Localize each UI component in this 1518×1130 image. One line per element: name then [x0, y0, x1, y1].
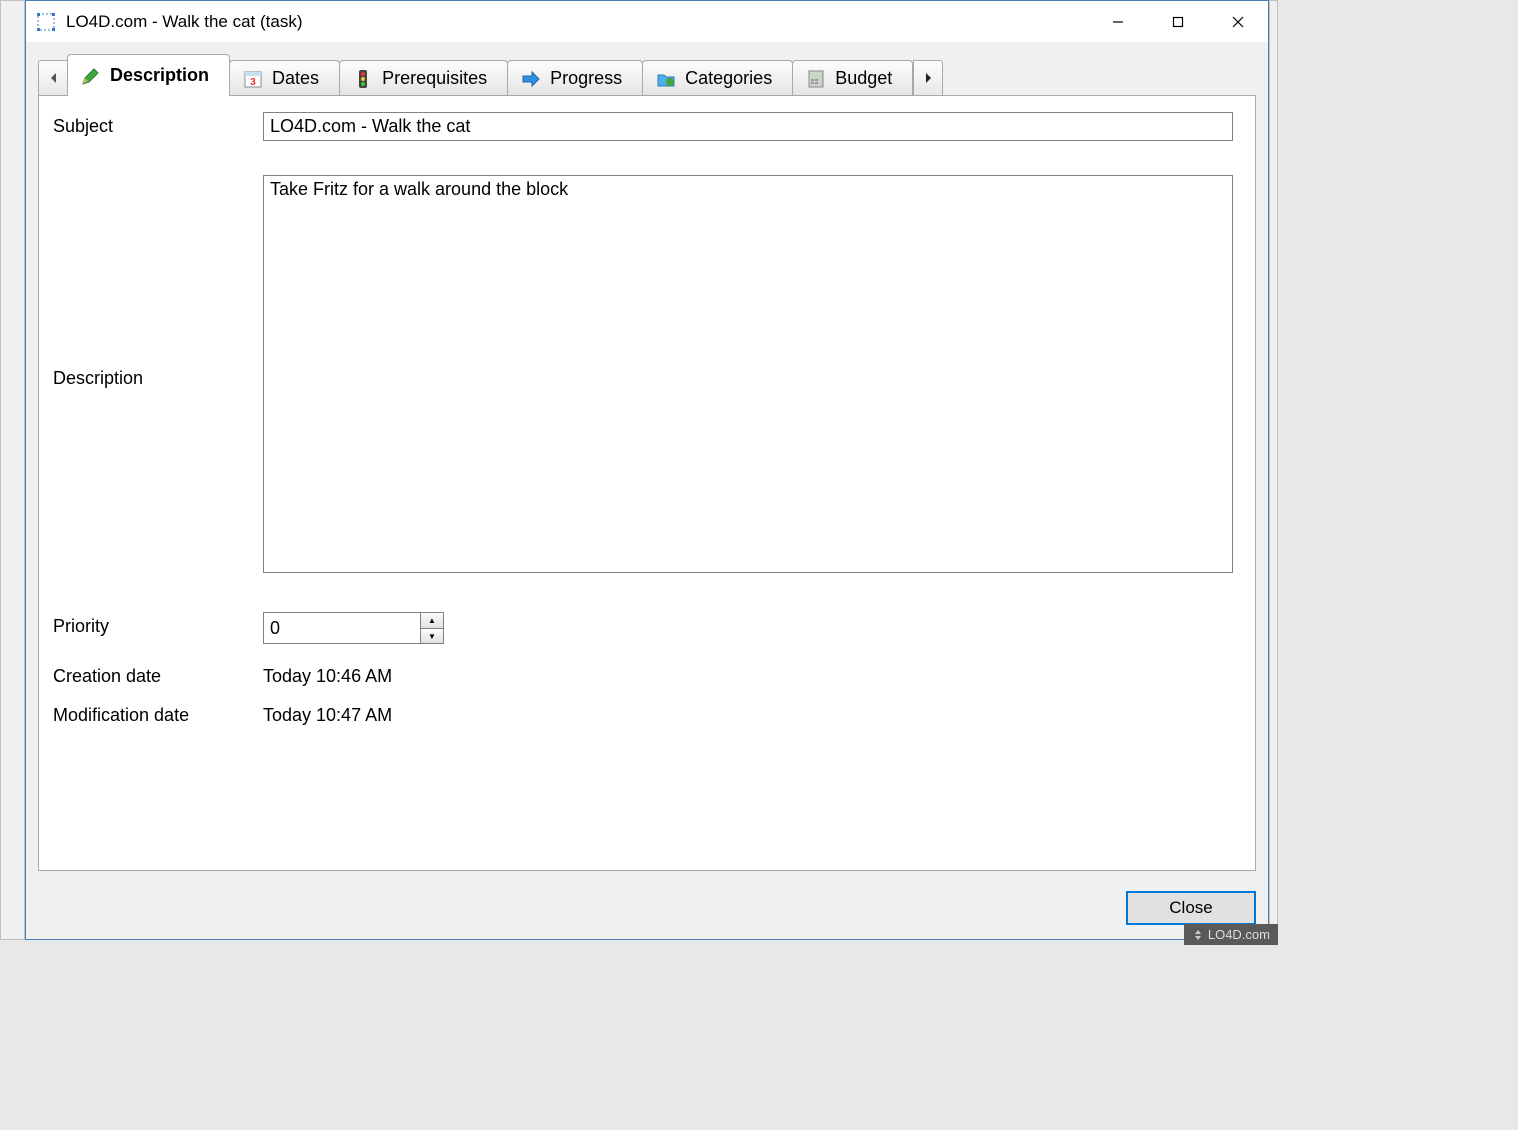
dialog-footer: Close [26, 883, 1268, 939]
label-subject: Subject [53, 112, 263, 141]
traffic-light-icon [352, 68, 374, 90]
tab-prerequisites[interactable]: Prerequisites [339, 60, 508, 96]
updown-icon [1192, 929, 1204, 941]
label-priority: Priority [53, 612, 263, 644]
row-subject: Subject [53, 112, 1233, 141]
creation-date-value: Today 10:46 AM [263, 662, 1233, 687]
window-controls [1088, 1, 1268, 42]
tab-scroll-right[interactable] [913, 60, 943, 96]
minimize-button[interactable] [1088, 1, 1148, 42]
row-creation-date: Creation date Today 10:46 AM [53, 662, 1233, 687]
maximize-icon [1172, 16, 1184, 28]
task-editor-window: LO4D.com - Walk the cat (task) Descripti [25, 0, 1269, 940]
close-window-button[interactable] [1208, 1, 1268, 42]
background-window-fragment [1269, 0, 1278, 940]
calculator-icon [805, 68, 827, 90]
tab-label: Progress [550, 68, 622, 89]
close-icon [1232, 16, 1244, 28]
tab-scroll-left[interactable] [38, 60, 68, 96]
background-window-fragment [0, 0, 25, 940]
watermark-text: LO4D.com [1208, 927, 1270, 942]
app-icon [36, 12, 56, 32]
tab-panel-description: Subject Description Priority ▲ [38, 95, 1256, 871]
close-button[interactable]: Close [1126, 891, 1256, 925]
row-description: Description [53, 175, 1233, 578]
tab-label: Budget [835, 68, 892, 89]
label-description: Description [53, 175, 263, 578]
tab-label: Description [110, 65, 209, 86]
dialog-body: Description 3 Dates Prerequisites Progre… [26, 42, 1268, 883]
minimize-icon [1112, 16, 1124, 28]
row-modification-date: Modification date Today 10:47 AM [53, 701, 1233, 726]
modification-date-value: Today 10:47 AM [263, 701, 1233, 726]
window-title: LO4D.com - Walk the cat (task) [66, 12, 1088, 32]
pencil-icon [80, 65, 102, 87]
label-modification-date: Modification date [53, 701, 263, 726]
priority-decrement[interactable]: ▼ [421, 628, 443, 643]
tab-label: Categories [685, 68, 772, 89]
calendar-icon: 3 [242, 68, 264, 90]
caret-down-icon: ▼ [428, 632, 436, 641]
site-watermark: LO4D.com [1184, 924, 1278, 945]
label-creation-date: Creation date [53, 662, 263, 687]
folder-icon [655, 68, 677, 90]
tab-description[interactable]: Description [67, 54, 230, 96]
priority-input[interactable] [263, 612, 421, 644]
tab-categories[interactable]: Categories [642, 60, 793, 96]
priority-spinner: ▲ ▼ [263, 612, 1233, 644]
maximize-button[interactable] [1148, 1, 1208, 42]
titlebar[interactable]: LO4D.com - Walk the cat (task) [26, 1, 1268, 42]
tab-dates[interactable]: 3 Dates [229, 60, 340, 96]
tab-progress[interactable]: Progress [507, 60, 643, 96]
tab-label: Prerequisites [382, 68, 487, 89]
description-textarea[interactable] [263, 175, 1233, 573]
subject-input[interactable] [263, 112, 1233, 141]
tab-label: Dates [272, 68, 319, 89]
tab-budget[interactable]: Budget [792, 60, 913, 96]
arrow-right-icon [520, 68, 542, 90]
chevron-right-icon [924, 72, 933, 84]
priority-increment[interactable]: ▲ [421, 613, 443, 628]
svg-text:3: 3 [250, 77, 256, 88]
caret-up-icon: ▲ [428, 616, 436, 625]
row-priority: Priority ▲ ▼ [53, 612, 1233, 644]
chevron-left-icon [49, 72, 58, 84]
tab-bar: Description 3 Dates Prerequisites Progre… [38, 54, 1256, 96]
